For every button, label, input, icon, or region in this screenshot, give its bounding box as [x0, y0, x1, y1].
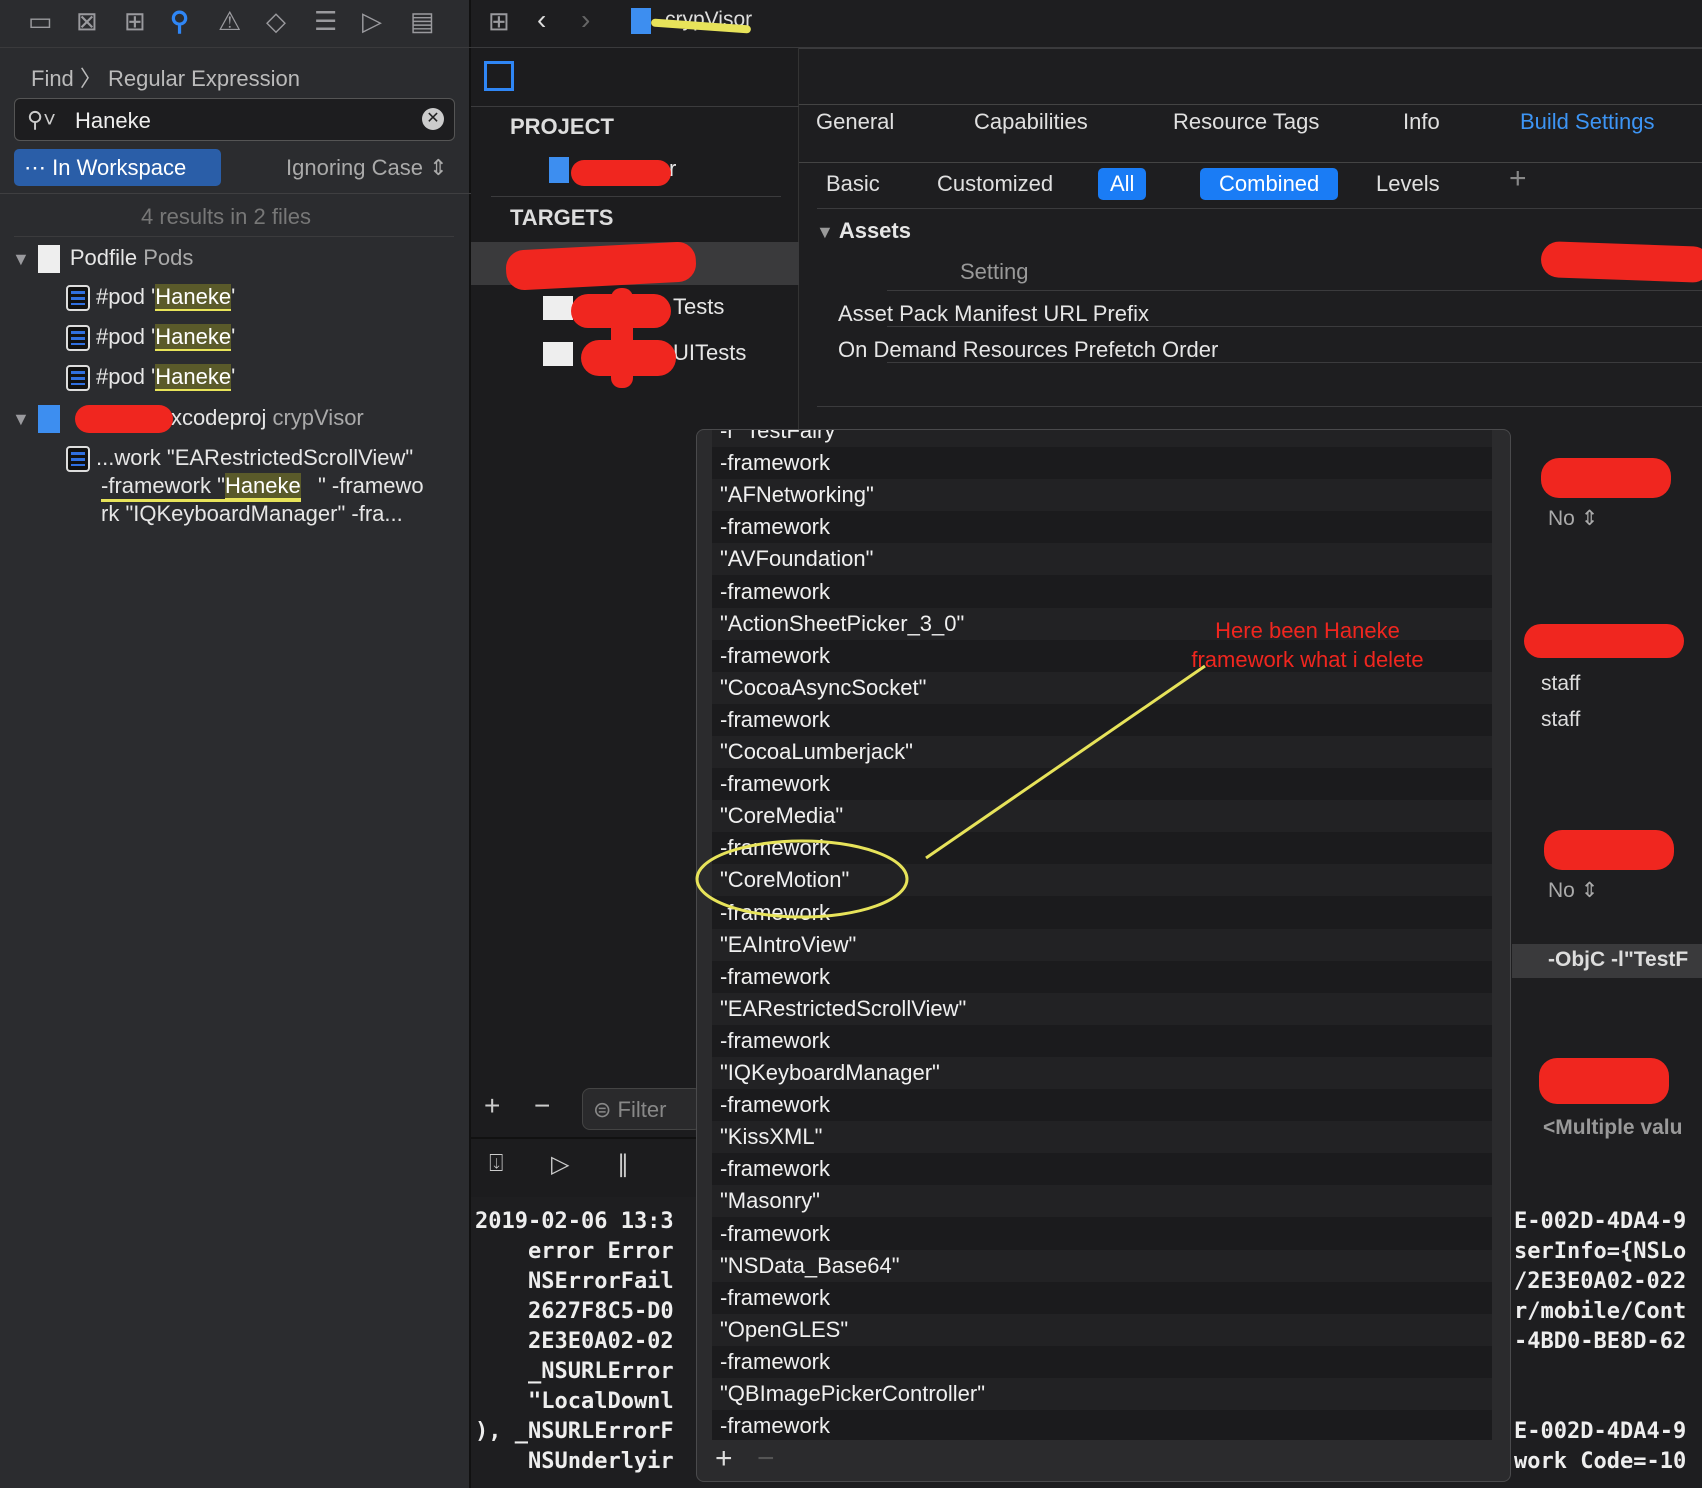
annotation-text: Here been Haneke framework what i delete: [1191, 618, 1424, 672]
annotation-arrow: [925, 664, 1206, 860]
annotation-overlay: [695, 664, 1206, 919]
annotation-circle: [695, 839, 909, 919]
